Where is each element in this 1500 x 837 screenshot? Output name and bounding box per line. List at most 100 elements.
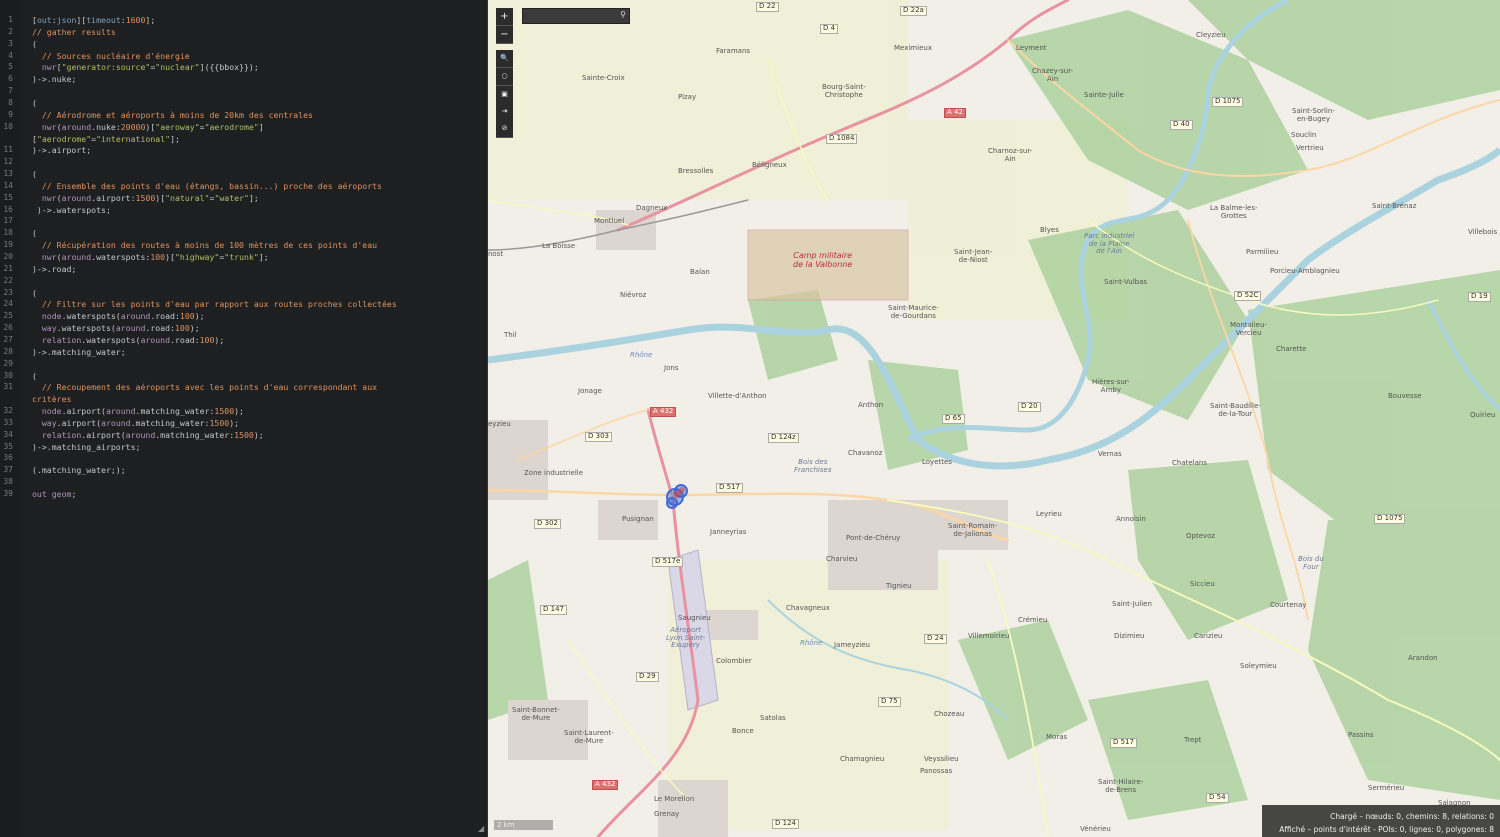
code-token: ( (32, 228, 37, 239)
code-line[interactable]: nwr(around.airport:1500)["natural"="wate… (32, 193, 259, 203)
place-label: Saint-Jean- de-Niost (954, 248, 993, 264)
road-shield: D 29 (636, 672, 659, 682)
code-line[interactable]: nwr["generator:source"="nuclear"]({{bbox… (32, 62, 259, 72)
code-token: around (61, 192, 92, 203)
resize-handle-icon[interactable]: ◢ (478, 824, 484, 833)
code-line[interactable]: way.waterspots(around.road:100); (32, 323, 200, 333)
code-line[interactable]: nwr(around.nuke:20000)["aeroway"="aerodr… (32, 122, 264, 132)
code-token: ]; (170, 133, 180, 144)
place-label: Saint-Julien (1112, 600, 1152, 608)
place-label: Chavagneux (786, 604, 830, 612)
zoom-out-button[interactable]: − (496, 26, 513, 44)
place-label: Villebois (1468, 228, 1498, 236)
code-token: // Ensemble des points d'eau (étangs, ba… (32, 180, 382, 191)
layers-icon[interactable]: ▣ (496, 86, 513, 104)
code-token: )->.nuke; (32, 74, 77, 85)
code-line[interactable]: ( (32, 169, 37, 179)
map-canvas[interactable] (488, 0, 1500, 837)
search-location-icon[interactable]: 🔍 (496, 50, 513, 68)
code-token: ); (189, 323, 200, 334)
line-number: 28 (3, 346, 13, 356)
code-token: "aerodrome" (36, 133, 92, 144)
line-number: 14 (3, 180, 13, 190)
code-line[interactable]: )->.road; (32, 264, 76, 274)
code-token: "aerodrome" (204, 121, 259, 132)
place-label: Camp militaire de la Valbonne (793, 251, 853, 269)
code-token: "trunk" (224, 252, 259, 262)
code-token: around (140, 334, 171, 345)
locate-icon[interactable]: ○ (496, 68, 513, 86)
place-label: Charvieu (826, 555, 858, 563)
code-line[interactable]: ( (32, 39, 37, 49)
code-line[interactable]: ( (32, 228, 37, 238)
road-shield: D 302 (534, 519, 561, 529)
line-number: 22 (3, 275, 13, 285)
code-token: node (32, 311, 62, 322)
code-line[interactable]: ( (32, 288, 37, 298)
place-label: Leyment (1016, 44, 1047, 52)
code-line[interactable]: // Récupération des routes à moins de 10… (32, 240, 377, 250)
road-shield: D 19 (1468, 292, 1491, 302)
line-number: 19 (3, 240, 13, 250)
code-line[interactable]: nwr(around.waterspots:100)["highway"="tr… (32, 252, 269, 262)
place-label: Saint-Romain- de-Jalionas (948, 522, 998, 538)
code-token: // Aérodrome et aéroports à moins de 20k… (32, 109, 313, 120)
zoom-in-button[interactable]: + (496, 8, 513, 26)
code-line[interactable]: critères (32, 394, 71, 404)
code-token: .road: (170, 334, 200, 345)
road-shield: D 1075 (1374, 514, 1406, 524)
code-token: .waterspots( (56, 323, 116, 334)
code-line[interactable]: )->.matching_airports; (32, 442, 140, 452)
code-line[interactable]: )->.nuke; (32, 74, 76, 84)
place-label: Jonage (578, 387, 602, 395)
place-label: Saint-Vulbas (1104, 278, 1148, 286)
code-line[interactable]: // Recoupement des aéroports avec les po… (32, 382, 377, 392)
place-label: Bois des Franchises (794, 458, 832, 474)
code-line[interactable]: ["aerodrome"="international"]; (32, 134, 180, 144)
code-token: // Récupération des routes à moins de 10… (32, 240, 378, 251)
code-line[interactable]: way.airport(around.matching_water:1500); (32, 418, 239, 428)
code-line[interactable]: )->.waterspots; (32, 205, 111, 215)
line-number: 36 (3, 453, 13, 463)
code-line[interactable]: ( (32, 371, 37, 381)
code-line[interactable]: // gather results (32, 27, 116, 37)
map-view[interactable]: D 22 D 22a D 4 Faramans Meximieux Leyment Cley… (488, 0, 1500, 837)
code-line[interactable]: relation.waterspots(around.road:100); (32, 335, 224, 345)
place-label: Rhône (630, 351, 653, 359)
place-label: Thil (504, 331, 517, 339)
code-line[interactable]: // Filtre sur les points d'eau par rappo… (32, 299, 397, 309)
code-line[interactable]: [out:json][timeout:1600]; (32, 15, 155, 25)
place-label: Anthon (858, 401, 884, 409)
place-label: Niévroz (620, 291, 647, 299)
place-label: Janneyrias (710, 528, 747, 536)
place-label: Dizimieu (1114, 632, 1145, 640)
place-label: Zone industrielle (524, 469, 584, 477)
map-search-input[interactable]: ⚲ (522, 8, 630, 24)
code-line[interactable]: out geom; (32, 489, 76, 499)
line-number: 27 (3, 334, 13, 344)
code-token: .airport( (56, 417, 102, 428)
code-line[interactable]: ( (32, 98, 37, 108)
code-token: .airport( (61, 406, 106, 417)
place-label: Charette (1276, 345, 1307, 353)
code-line[interactable]: (.matching_water;); (32, 465, 126, 475)
place-label: Vertrieu (1296, 144, 1324, 152)
code-line[interactable]: // Ensemble des points d'eau (étangs, ba… (32, 181, 382, 191)
code-token: )->.road; (32, 263, 77, 274)
place-label: Faramans (716, 47, 751, 55)
code-line[interactable]: node.waterspots(around.road:100); (32, 311, 205, 321)
clear-icon[interactable]: ⊘ (496, 120, 513, 138)
query-editor[interactable]: 1 2 3 4 5 6 7 8 9 10 11 12 13 14 15 16 17 18 19 20 21 22 23 24 2… (0, 0, 488, 837)
fit-data-icon[interactable]: ⇥ (496, 103, 513, 121)
line-number: 3 (8, 38, 13, 48)
code-token: around (125, 429, 156, 440)
search-icon[interactable]: ⚲ (620, 10, 626, 19)
code-line[interactable]: relation.airport(around.matching_water:1… (32, 430, 264, 440)
code-line[interactable]: )->.matching_water; (32, 347, 126, 357)
code-line[interactable]: node.airport(around.matching_water:1500)… (32, 406, 244, 416)
code-token: ( (32, 169, 37, 180)
code-line[interactable]: )->.airport; (32, 145, 91, 155)
code-line[interactable]: // Aérodrome et aéroports à moins de 20k… (32, 110, 313, 120)
code-token: "water" (214, 192, 249, 203)
code-line[interactable]: // Sources nucléaire d'énergie (32, 51, 190, 61)
